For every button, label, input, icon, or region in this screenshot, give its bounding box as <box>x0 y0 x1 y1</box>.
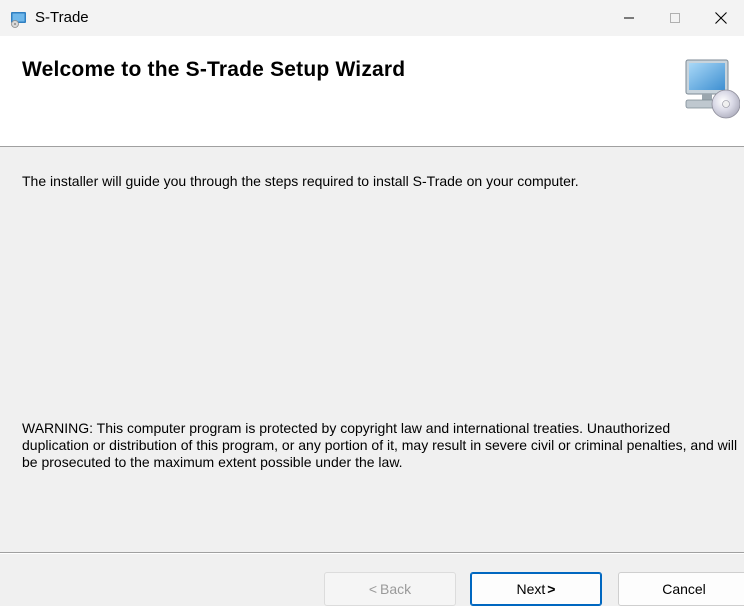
close-button[interactable] <box>698 0 744 36</box>
banner-divider <box>0 146 744 147</box>
minimize-button[interactable] <box>606 0 652 36</box>
header-banner: Welcome to the S-Trade Setup Wizard <box>0 36 744 146</box>
back-button[interactable]: < Back <box>324 572 456 606</box>
next-button[interactable]: Next > <box>470 572 602 606</box>
back-arrow-icon: < <box>368 581 378 597</box>
maximize-button[interactable] <box>652 0 698 36</box>
page-title: Welcome to the S-Trade Setup Wizard <box>22 58 406 81</box>
close-icon <box>715 12 727 24</box>
next-arrow-icon: > <box>547 581 556 597</box>
minimize-icon <box>624 17 634 19</box>
installer-app-icon <box>11 12 26 28</box>
footer-divider-highlight <box>0 553 744 554</box>
intro-text: The installer will guide you through the… <box>22 173 579 189</box>
window-title: S-Trade <box>35 9 89 26</box>
cancel-button-label: Cancel <box>662 581 706 597</box>
computer-cd-icon <box>685 59 740 119</box>
back-button-label: Back <box>380 581 412 597</box>
cancel-button[interactable]: Cancel <box>618 572 744 606</box>
title-bar[interactable]: S-Trade <box>0 0 744 36</box>
copyright-warning: WARNING: This computer program is protec… <box>22 420 738 470</box>
next-button-label: Next <box>516 581 546 597</box>
maximize-icon <box>670 13 680 23</box>
